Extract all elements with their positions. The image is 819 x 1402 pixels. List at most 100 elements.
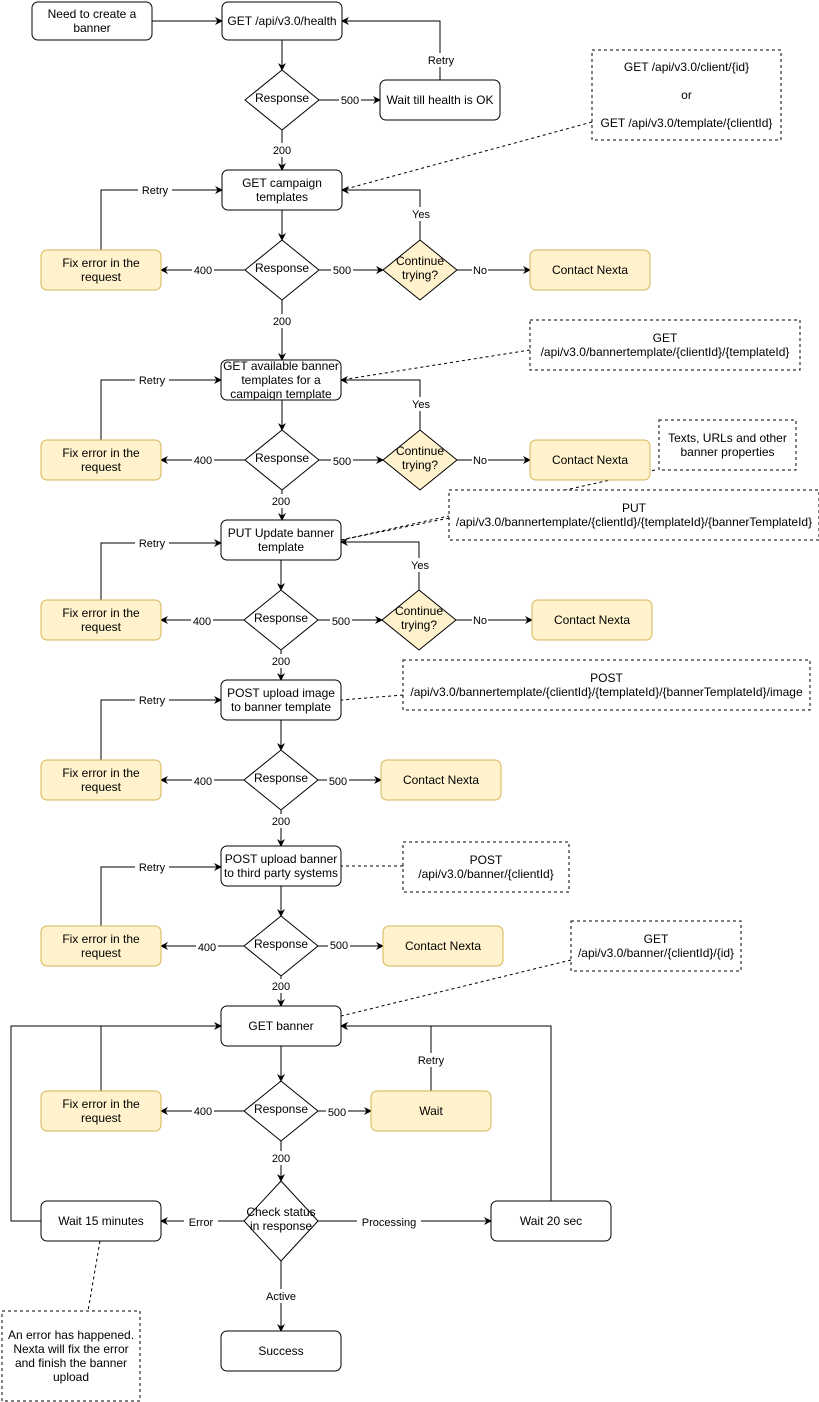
edge-label: 400	[198, 942, 216, 954]
node-text-line: to banner template	[231, 700, 331, 714]
node-text-line: Response	[255, 91, 309, 105]
node-text-line: An error has happened.	[8, 1328, 134, 1342]
node-text-line: templates	[256, 190, 308, 204]
node-text-line: in response	[250, 1219, 312, 1233]
api-banner-flowchart: Need to create abanner GET /api/v3.0/heal…	[1, 1, 819, 1402]
note-note8: An error has happened.Nexta will fix the…	[1, 1310, 141, 1402]
decision-resp4: Response	[243, 589, 319, 651]
node-text-line: POST upload image	[227, 686, 335, 700]
node-text-line: GET /api/v3.0/health	[227, 14, 336, 28]
edge-label: Error	[189, 1217, 214, 1229]
node-text-line: request	[81, 620, 122, 634]
node-text-line: Continue	[396, 254, 444, 268]
node-text-line: Wait 20 sec	[520, 1214, 582, 1228]
node-text-line: GET	[644, 932, 669, 946]
edge-label: Retry	[139, 538, 166, 550]
edge-label: 400	[193, 616, 211, 628]
node-text-line: PUT Update banner	[228, 526, 335, 540]
node-text-line: Response	[254, 771, 308, 785]
node-text-line: Continue	[396, 444, 444, 458]
step-postbanner: POST upload bannerto third party systems	[220, 845, 342, 887]
node-text-line: POST	[470, 853, 503, 867]
node-text-line: Texts, URLs and other	[668, 431, 787, 445]
node-text-line: banner	[73, 21, 110, 35]
node-text-line: banner properties	[680, 445, 774, 459]
node-text-line: /api/v3.0/bannertemplate/{clientId}/{tem…	[456, 515, 812, 529]
node-text-line: Need to create a	[48, 7, 137, 21]
connector-e-cont2-yes	[341, 186, 421, 240]
decision-resp3: Response	[244, 429, 320, 491]
edge-label: 200	[272, 816, 290, 828]
node-text-line: Response	[254, 1102, 308, 1116]
edge-label: 500	[329, 776, 347, 788]
step-wait15: Wait 15 minutes	[40, 1200, 162, 1242]
node-text-line: Check status	[246, 1205, 315, 1219]
node-text-line: PUT	[622, 501, 647, 515]
node-text-line: GET /api/v3.0/template/{clientId}	[601, 116, 773, 130]
node-text-line: campaign template	[230, 387, 332, 401]
edge-label: Retry	[428, 55, 455, 67]
connector-e-cont3-yes	[340, 376, 421, 430]
node-text-line: trying?	[401, 618, 437, 632]
node-text-line: Fix error in the	[62, 766, 140, 780]
node-text-line: /api/v3.0/bannertemplate/{clientId}/{tem…	[410, 685, 803, 699]
step-avail: GET available bannertemplates for acampa…	[220, 359, 342, 401]
node-text-line: /api/v3.0/banner/{clientId}/{id}	[578, 946, 734, 960]
edge-label: 400	[194, 1106, 212, 1118]
step-fix5: Fix error in therequest	[40, 759, 162, 801]
node-text-line: trying?	[402, 268, 438, 282]
annotation-link	[341, 121, 593, 191]
node-text-line: Contact Nexta	[552, 263, 628, 277]
edge-label: 500	[341, 95, 359, 107]
node-text-line: Fix error in the	[62, 606, 140, 620]
step-postimg: POST upload imageto banner template	[220, 679, 342, 721]
node-text-line: request	[81, 270, 122, 284]
node-text-line: request	[81, 1111, 122, 1125]
annotation-link	[340, 694, 404, 701]
step-getbanner: GET banner	[220, 1005, 342, 1047]
edge-label: Active	[266, 1291, 296, 1303]
node-text-line: /api/v3.0/banner/{clientId}	[418, 867, 553, 881]
node-text-line: Success	[258, 1344, 303, 1358]
note-note3: Texts, URLs and otherbanner properties	[658, 419, 797, 471]
edge-label: 500	[333, 456, 351, 468]
node-text-line: Wait till health is OK	[387, 93, 494, 107]
node-text-line: GET campaign	[242, 176, 322, 190]
note-note4: PUT/api/v3.0/bannertemplate/{clientId}/{…	[448, 489, 819, 541]
step-health: GET /api/v3.0/health	[221, 1, 343, 41]
node-text-line: /api/v3.0/bannertemplate/{clientId}/{tem…	[541, 345, 790, 359]
note-note1: GET /api/v3.0/client/{id} or GET /api/v3.0…	[591, 49, 782, 141]
decision-check: Check statusin response	[243, 1180, 319, 1262]
edge-label: 200	[272, 981, 290, 993]
edge-label: Processing	[362, 1217, 416, 1229]
connector-e-cont4-yes	[340, 538, 420, 590]
step-fix6: Fix error in therequest	[40, 925, 162, 967]
edge-label: Yes	[412, 209, 430, 221]
edge-label: 500	[333, 265, 351, 277]
decision-resp7: Response	[243, 1080, 319, 1142]
step-contact2: Contact Nexta	[529, 249, 651, 291]
node-text-line: templates for a	[241, 373, 321, 387]
step-success: Success	[220, 1330, 342, 1372]
step-start: Need to create abanner	[31, 1, 153, 41]
node-text-line: or	[681, 88, 692, 102]
node-text-line: GET available banner	[223, 359, 339, 373]
annotation-link	[340, 517, 450, 541]
note-note5: POST/api/v3.0/bannertemplate/{clientId}/…	[402, 659, 811, 711]
node-text-line: Contact Nexta	[405, 939, 481, 953]
step-contact3: Contact Nexta	[529, 439, 651, 481]
node-text-line: Nexta will fix the error	[13, 1342, 128, 1356]
edge-label: 200	[273, 316, 291, 328]
annotation-link	[340, 349, 531, 381]
decision-resp5: Response	[243, 749, 319, 811]
edge-label: 200	[272, 1153, 290, 1165]
edge-label: Yes	[412, 399, 430, 411]
node-text-line: GET banner	[248, 1019, 313, 1033]
edge-label: Retry	[139, 862, 166, 874]
node-text-line: Fix error in the	[62, 932, 140, 946]
node-text-line: GET	[653, 331, 678, 345]
edge-label: Retry	[139, 375, 166, 387]
node-text-line: to third party systems	[224, 866, 338, 880]
node-text-line: Response	[255, 261, 309, 275]
node-text-line: Wait	[419, 1104, 443, 1118]
